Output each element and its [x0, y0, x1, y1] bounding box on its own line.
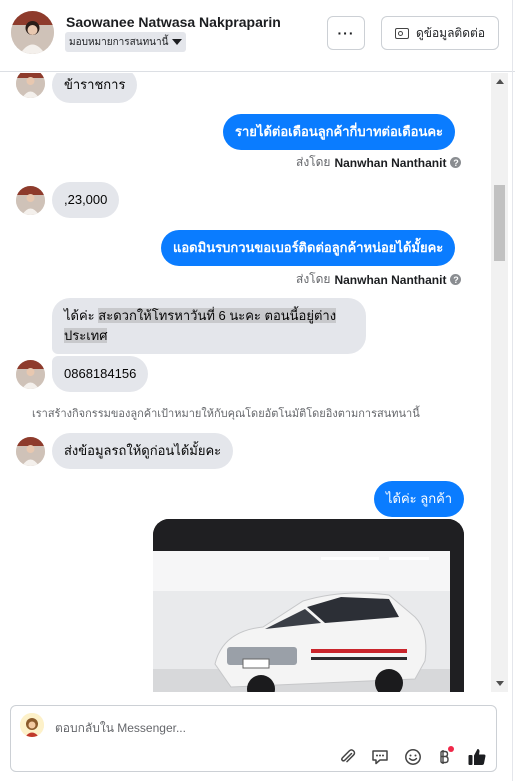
customer-name: Saowanee Natwasa Nakpraparin [66, 14, 281, 30]
reply-input[interactable]: ตอบกลับใน Messenger... [55, 719, 186, 738]
baht-icon[interactable] [433, 746, 455, 768]
help-icon[interactable]: ? [450, 157, 462, 168]
sent-by-label: ส่งโดย Nanwhan Nanthanit ? [296, 153, 462, 172]
sent-by-label: ส่งโดย Nanwhan Nanthanit ? [296, 270, 462, 289]
caret-down-icon [172, 39, 183, 45]
sender-name: Nanwhan Nanthanit [334, 272, 447, 287]
scroll-up-arrow-icon[interactable] [496, 79, 504, 84]
emoji-icon[interactable] [402, 746, 424, 768]
incoming-message[interactable]: ส่งข้อมูลรถให้ดูก่อนได้มั้ยคะ [52, 433, 234, 469]
incoming-message[interactable]: ข้าราชการ [52, 73, 138, 103]
scroll-down-arrow-icon[interactable] [496, 681, 504, 686]
outgoing-message[interactable]: แอดมินรบกวนขอเบอร์ติดต่อลูกค้าหน่อยได้มั… [161, 230, 456, 266]
view-contact-label: ดูข้อมูลติดต่อ [415, 25, 486, 40]
sent-by-prefix: ส่งโดย [296, 155, 331, 169]
assign-label: มอบหมายการสนทนานี้ [69, 36, 169, 48]
assign-conversation-dropdown[interactable]: มอบหมายการสนทนานี้ [65, 32, 187, 52]
message-text: ส่งข้อมูลรถให้ดูก่อนได้มั้ยคะ [64, 443, 222, 458]
panel-divider [512, 0, 513, 781]
message-text: รายได้ต่อเดือนลูกค้ากี่บาทต่อเดือนคะ [235, 124, 444, 139]
conversation-header: Saowanee Natwasa Nakpraparin มอบหมายการส… [0, 0, 515, 72]
customer-message-avatar [16, 437, 45, 466]
help-icon[interactable]: ? [450, 274, 462, 285]
id-card-icon [394, 27, 409, 39]
incoming-message[interactable]: ได้ค่ะ สะดวกให้โทรหาวันที่ 6 นะคะ ตอนนี้… [52, 298, 366, 354]
chat-bubble-icon[interactable] [369, 746, 391, 768]
message-text: ได้ค่ะ ลูกค้า [386, 491, 453, 506]
customer-message-avatar [16, 186, 45, 215]
attachment-icon[interactable] [337, 746, 359, 768]
chat-scrollbar[interactable] [491, 73, 508, 692]
message-text: ,23,000 [64, 192, 108, 207]
message-text: ข้าราชการ [64, 77, 126, 92]
incoming-message[interactable]: ,23,000 [52, 182, 120, 218]
message-thread[interactable]: ข้าราชการ รายได้ต่อเดือนลูกค้ากี่บาทต่อเ… [0, 73, 491, 692]
lead-activity-notice: เราสร้างกิจกรรมของลูกค้าเป้าหมายให้กับคุ… [32, 408, 420, 420]
notification-dot [448, 746, 454, 752]
thumbs-up-icon[interactable] [466, 746, 488, 768]
view-contact-button[interactable]: ดูข้อมูลติดต่อ [381, 16, 499, 50]
message-text: ได้ค่ะ [64, 308, 95, 323]
more-options-button[interactable]: ··· [327, 16, 365, 50]
more-icon: ··· [337, 25, 355, 41]
reply-composer[interactable]: ตอบกลับใน Messenger... [10, 705, 497, 772]
outgoing-message[interactable]: ได้ค่ะ ลูกค้า [374, 481, 465, 517]
vehicle-photo[interactable] [153, 519, 464, 692]
incoming-message[interactable]: 0868184156 [52, 356, 149, 392]
page-avatar [20, 713, 44, 737]
sender-name: Nanwhan Nanthanit [334, 155, 447, 170]
scrollbar-thumb[interactable] [494, 185, 505, 261]
customer-message-avatar [16, 73, 45, 98]
customer-avatar[interactable] [11, 11, 54, 54]
sent-by-prefix: ส่งโดย [296, 272, 331, 286]
message-text: แอดมินรบกวนขอเบอร์ติดต่อลูกค้าหน่อยได้มั… [173, 240, 444, 255]
message-text: 0868184156 [64, 366, 137, 381]
outgoing-message[interactable]: รายได้ต่อเดือนลูกค้ากี่บาทต่อเดือนคะ [223, 114, 456, 150]
message-text-highlighted: สะดวกให้โทรหาวันที่ 6 นะคะ ตอนนี้อยู่ต่า… [98, 308, 337, 323]
customer-message-avatar [16, 360, 45, 389]
message-text-highlighted: ประเทศ [64, 328, 108, 343]
